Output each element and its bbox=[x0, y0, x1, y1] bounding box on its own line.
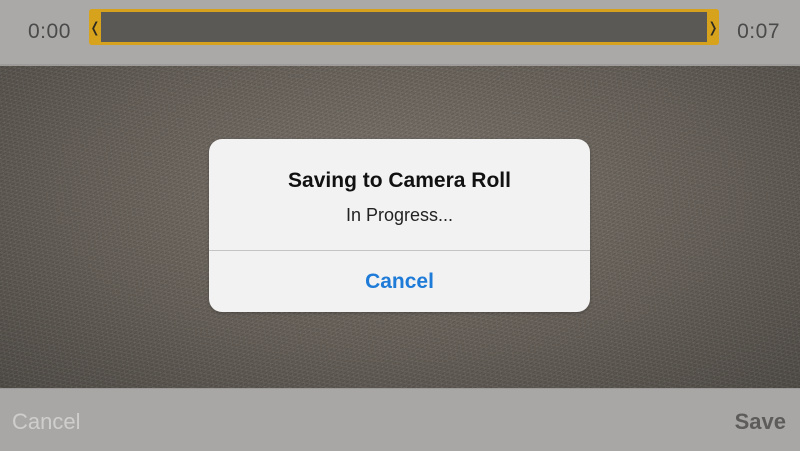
trim-end-handle[interactable]: ❭ bbox=[707, 9, 719, 45]
frame-scrubber[interactable]: ❬ ❭ bbox=[89, 9, 719, 45]
save-button[interactable]: Save bbox=[735, 409, 786, 435]
bottom-toolbar: Cancel Save bbox=[0, 388, 800, 451]
saving-alert-dialog: Saving to Camera Roll In Progress... Can… bbox=[209, 139, 590, 312]
chevron-left-icon: ❬ bbox=[89, 19, 101, 35]
trim-start-handle[interactable]: ❬ bbox=[89, 9, 101, 45]
trim-bar: 0:00 ❬ ❭ 0:07 bbox=[0, 0, 800, 66]
chevron-right-icon: ❭ bbox=[707, 19, 719, 35]
start-time: 0:00 bbox=[28, 20, 71, 43]
end-time: 0:07 bbox=[737, 20, 780, 43]
alert-title: Saving to Camera Roll bbox=[288, 169, 511, 192]
cancel-button[interactable]: Cancel bbox=[12, 409, 80, 435]
alert-message: In Progress... bbox=[345, 205, 454, 225]
video-trim-screen: 0:00 ❬ ❭ 0:07 Cancel Save Saving to Came… bbox=[0, 0, 800, 451]
alert-cancel-button[interactable]: Cancel bbox=[209, 251, 590, 312]
